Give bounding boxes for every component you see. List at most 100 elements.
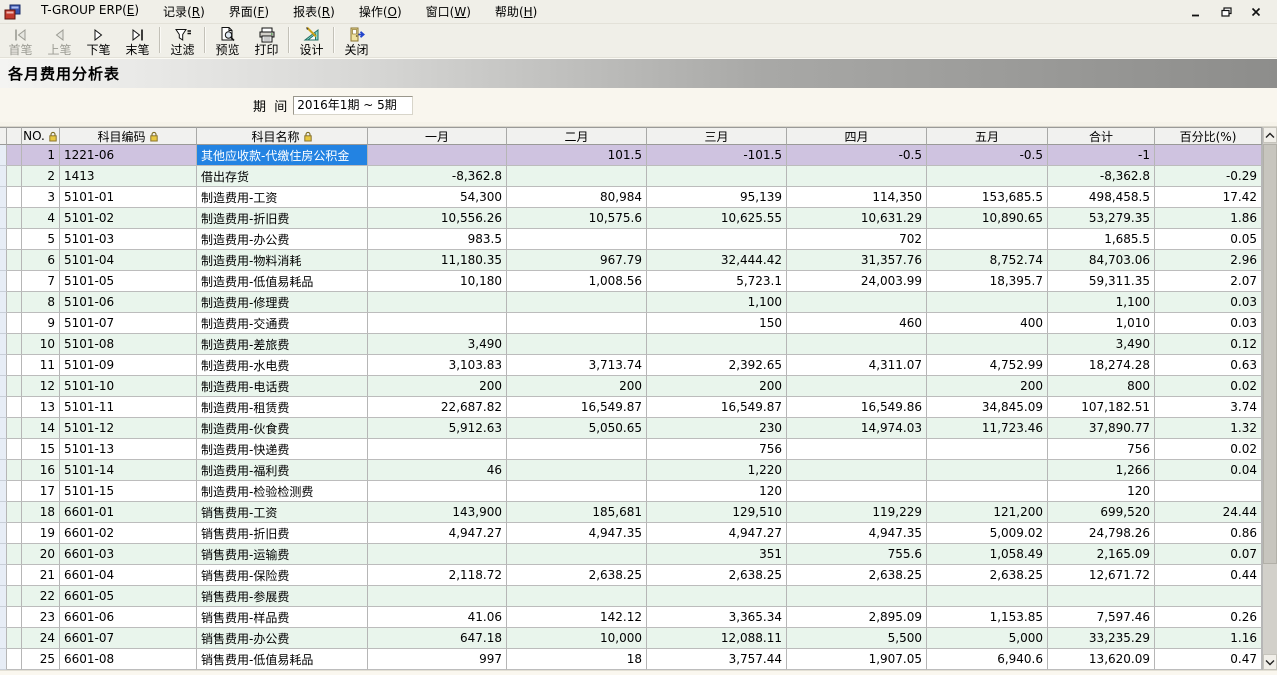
cell-m2[interactable]: 3,713.74 — [507, 355, 647, 376]
table-row[interactable]: 165101-14制造费用-福利费461,2201,2660.04 — [0, 460, 1262, 481]
cell-code[interactable]: 6601-03 — [60, 544, 197, 565]
cell-m4[interactable]: 5,500 — [787, 628, 927, 649]
row-indicator[interactable] — [7, 187, 22, 208]
cell-m4[interactable] — [787, 166, 927, 187]
cell-total[interactable]: 699,520 — [1048, 502, 1155, 523]
cell-m2[interactable] — [507, 460, 647, 481]
cell-m5[interactable]: 6,940.6 — [927, 649, 1048, 670]
cell-m4[interactable] — [787, 460, 927, 481]
column-header-code[interactable]: 科目编码 — [60, 127, 197, 145]
cell-m5[interactable]: 1,058.49 — [927, 544, 1048, 565]
row-indicator[interactable] — [7, 229, 22, 250]
table-row[interactable]: 226601-05销售费用-参展费 — [0, 586, 1262, 607]
cell-no[interactable]: 9 — [22, 313, 60, 334]
cell-no[interactable]: 3 — [22, 187, 60, 208]
table-row[interactable]: 85101-06制造费用-修理费1,1001,1000.03 — [0, 292, 1262, 313]
menu-item-r-1[interactable]: 记录(R) — [151, 3, 217, 20]
cell-code[interactable]: 5101-14 — [60, 460, 197, 481]
cell-total[interactable]: 59,311.35 — [1048, 271, 1155, 292]
cell-total[interactable]: 53,279.35 — [1048, 208, 1155, 229]
cell-m1[interactable] — [368, 586, 507, 607]
cell-m5[interactable] — [927, 292, 1048, 313]
row-indicator[interactable] — [7, 481, 22, 502]
table-row[interactable]: 115101-09制造费用-水电费3,103.833,713.742,392.6… — [0, 355, 1262, 376]
prev-record-button[interactable]: 上笔 — [40, 24, 79, 57]
table-row[interactable]: 95101-07制造费用-交通费1504604001,0100.03 — [0, 313, 1262, 334]
table-row[interactable]: 65101-04制造费用-物料消耗11,180.35967.7932,444.4… — [0, 250, 1262, 271]
cell-m1[interactable] — [368, 292, 507, 313]
cell-m5[interactable] — [927, 334, 1048, 355]
menu-item-o-4[interactable]: 操作(O) — [347, 3, 414, 20]
cell-total[interactable]: 120 — [1048, 481, 1155, 502]
table-row[interactable]: 21413借出存货-8,362.8-8,362.8-0.29 — [0, 166, 1262, 187]
cell-m4[interactable]: 755.6 — [787, 544, 927, 565]
cell-total[interactable]: 33,235.29 — [1048, 628, 1155, 649]
cell-m4[interactable]: 119,229 — [787, 502, 927, 523]
cell-m4[interactable] — [787, 481, 927, 502]
cell-m5[interactable]: 18,395.7 — [927, 271, 1048, 292]
cell-m5[interactable]: 200 — [927, 376, 1048, 397]
cell-m1[interactable]: 5,912.63 — [368, 418, 507, 439]
menu-item-w-5[interactable]: 窗口(W) — [414, 3, 483, 20]
column-header-no[interactable]: NO. — [22, 127, 60, 145]
cell-m5[interactable]: 1,153.85 — [927, 607, 1048, 628]
column-header-name[interactable]: 科目名称 — [197, 127, 368, 145]
filter-button[interactable]: 过滤 — [163, 24, 202, 57]
cell-no[interactable]: 18 — [22, 502, 60, 523]
cell-code[interactable]: 6601-02 — [60, 523, 197, 544]
cell-m2[interactable] — [507, 481, 647, 502]
scroll-up-button[interactable] — [1263, 127, 1277, 143]
first-record-button[interactable]: 首笔 — [1, 24, 40, 57]
cell-m4[interactable] — [787, 292, 927, 313]
cell-pct[interactable]: 0.12 — [1155, 334, 1262, 355]
cell-m1[interactable] — [368, 145, 507, 166]
cell-m4[interactable]: 4,947.35 — [787, 523, 927, 544]
table-row[interactable]: 236601-06销售费用-样品费41.06142.123,365.342,89… — [0, 607, 1262, 628]
row-indicator[interactable] — [7, 439, 22, 460]
cell-name[interactable]: 制造费用-差旅费 — [197, 334, 368, 355]
row-indicator[interactable] — [7, 628, 22, 649]
cell-m1[interactable]: 983.5 — [368, 229, 507, 250]
table-row[interactable]: 216601-04销售费用-保险费2,118.722,638.252,638.2… — [0, 565, 1262, 586]
cell-name[interactable]: 销售费用-低值易耗品 — [197, 649, 368, 670]
cell-code[interactable]: 5101-08 — [60, 334, 197, 355]
table-row[interactable]: 55101-03制造费用-办公费983.57021,685.50.05 — [0, 229, 1262, 250]
cell-name[interactable]: 销售费用-运输费 — [197, 544, 368, 565]
cell-no[interactable]: 19 — [22, 523, 60, 544]
cell-code[interactable]: 5101-13 — [60, 439, 197, 460]
cell-m4[interactable] — [787, 376, 927, 397]
cell-code[interactable]: 5101-05 — [60, 271, 197, 292]
cell-no[interactable]: 17 — [22, 481, 60, 502]
row-indicator[interactable] — [7, 313, 22, 334]
cell-no[interactable]: 25 — [22, 649, 60, 670]
cell-pct[interactable]: 2.07 — [1155, 271, 1262, 292]
cell-pct[interactable]: 0.03 — [1155, 313, 1262, 334]
cell-name[interactable]: 制造费用-工资 — [197, 187, 368, 208]
row-indicator[interactable] — [7, 397, 22, 418]
cell-m1[interactable] — [368, 481, 507, 502]
cell-m4[interactable]: 460 — [787, 313, 927, 334]
cell-total[interactable]: 37,890.77 — [1048, 418, 1155, 439]
table-row[interactable]: 155101-13制造费用-快递费7567560.02 — [0, 439, 1262, 460]
cell-m5[interactable]: 10,890.65 — [927, 208, 1048, 229]
cell-total[interactable]: 756 — [1048, 439, 1155, 460]
cell-m1[interactable] — [368, 313, 507, 334]
close-icon[interactable] — [1249, 6, 1263, 18]
cell-m2[interactable] — [507, 439, 647, 460]
cell-m1[interactable]: -8,362.8 — [368, 166, 507, 187]
cell-total[interactable]: 2,165.09 — [1048, 544, 1155, 565]
cell-code[interactable]: 5101-07 — [60, 313, 197, 334]
cell-name[interactable]: 借出存货 — [197, 166, 368, 187]
cell-total[interactable]: 7,597.46 — [1048, 607, 1155, 628]
row-indicator[interactable] — [7, 208, 22, 229]
cell-code[interactable]: 6601-08 — [60, 649, 197, 670]
cell-code[interactable]: 6601-05 — [60, 586, 197, 607]
cell-name[interactable]: 制造费用-电话费 — [197, 376, 368, 397]
cell-name[interactable]: 制造费用-检验检测费 — [197, 481, 368, 502]
cell-total[interactable]: 1,685.5 — [1048, 229, 1155, 250]
cell-m2[interactable]: 16,549.87 — [507, 397, 647, 418]
cell-m5[interactable]: 5,000 — [927, 628, 1048, 649]
cell-no[interactable]: 10 — [22, 334, 60, 355]
cell-m1[interactable]: 10,180 — [368, 271, 507, 292]
cell-m2[interactable]: 200 — [507, 376, 647, 397]
